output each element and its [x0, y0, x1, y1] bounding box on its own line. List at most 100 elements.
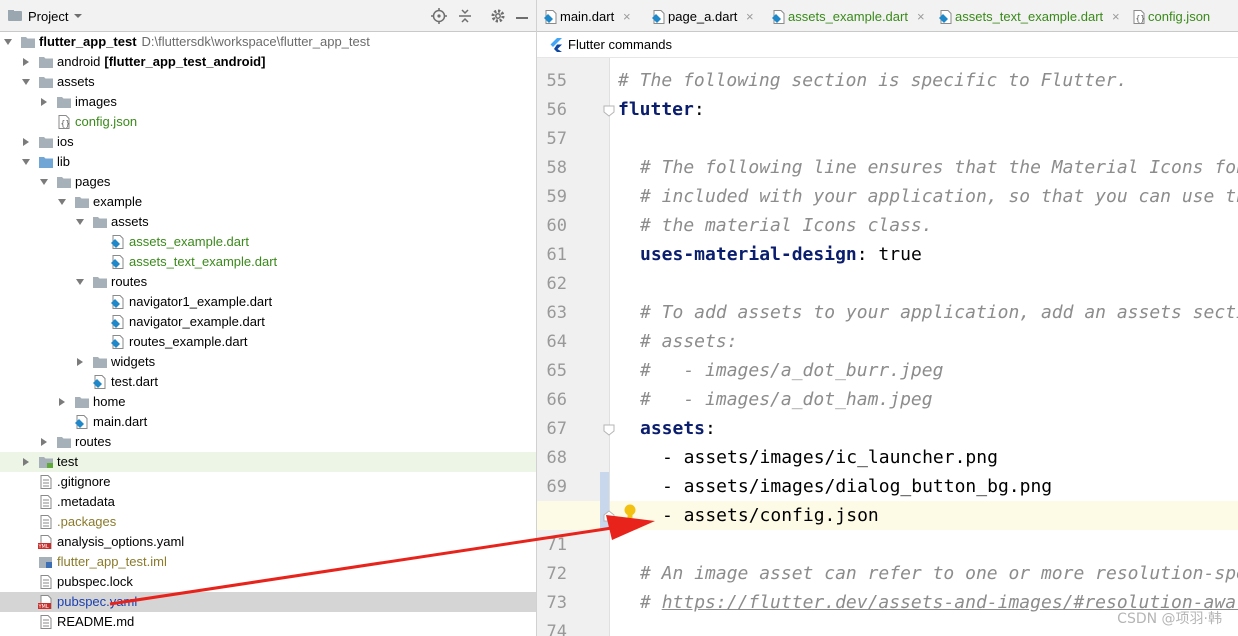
lightbulb-icon[interactable] — [622, 503, 638, 523]
code-line[interactable]: # The following section is specific to F… — [618, 70, 1127, 91]
tree-item-test[interactable]: test — [0, 452, 536, 472]
tree-item-widgets[interactable]: widgets — [0, 352, 536, 372]
close-tab-icon[interactable]: × — [746, 0, 754, 34]
fold-marker-icon[interactable] — [603, 424, 615, 436]
close-tab-icon[interactable]: × — [623, 0, 631, 34]
collapse-arrow-icon[interactable] — [41, 438, 47, 446]
code-line[interactable]: flutter: — [618, 99, 705, 120]
tree-item-example[interactable]: example — [0, 192, 536, 212]
gear-icon[interactable] — [489, 7, 507, 25]
json-file-icon: {} — [58, 115, 71, 129]
collapse-arrow-icon[interactable] — [23, 458, 29, 466]
tree-item-android[interactable]: android [flutter_app_test_android] — [0, 52, 536, 72]
flutter-logo-icon — [550, 38, 562, 52]
tree-item-label: ios — [57, 134, 74, 149]
tree-item-label: routes_example.dart — [129, 334, 248, 349]
folder-icon — [75, 397, 89, 408]
tree-item-flutter-app-test[interactable]: flutter_app_test D:\fluttersdk\workspace\… — [0, 32, 536, 52]
text-file-icon — [40, 495, 52, 509]
hide-panel-icon[interactable] — [513, 7, 531, 25]
tree-item-assets-example-dart[interactable]: assets_example.dart — [0, 232, 536, 252]
tree-item-label: test — [57, 454, 78, 469]
fold-end-marker-icon[interactable] — [603, 510, 615, 522]
close-tab-icon[interactable]: × — [917, 0, 925, 34]
tree-item-gitignore[interactable]: .gitignore — [0, 472, 536, 492]
tree-item-navigator-example-dart[interactable]: navigator_example.dart — [0, 312, 536, 332]
tree-item-metadata[interactable]: .metadata — [0, 492, 536, 512]
code-line[interactable]: # The following line ensures that the Ma… — [640, 157, 1238, 178]
collapse-arrow-icon[interactable] — [77, 358, 83, 366]
code-line[interactable]: - assets/images/ic_launcher.png — [662, 447, 998, 468]
tree-item-routes-example-dart[interactable]: routes_example.dart — [0, 332, 536, 352]
tree-item-images[interactable]: images — [0, 92, 536, 112]
dart-file-icon — [939, 10, 952, 24]
tree-item-packages[interactable]: .packages — [0, 512, 536, 532]
chevron-down-icon[interactable] — [73, 11, 83, 21]
tree-item-readme-md[interactable]: README.md — [0, 612, 536, 632]
expand-arrow-icon[interactable] — [58, 199, 66, 205]
expand-arrow-icon[interactable] — [22, 159, 30, 165]
tree-item-flutter-app-test-iml[interactable]: flutter_app_test.iml — [0, 552, 536, 572]
code-line[interactable]: assets: — [640, 418, 716, 439]
tree-item-lib[interactable]: lib — [0, 152, 536, 172]
code-line[interactable]: # included with your application, so tha… — [640, 186, 1238, 207]
tree-item-main-dart[interactable]: main.dart — [0, 412, 536, 432]
collapse-arrow-icon[interactable] — [23, 58, 29, 66]
tree-item-assets-text-example-dart[interactable]: assets_text_example.dart — [0, 252, 536, 272]
dart-file-icon — [111, 335, 124, 349]
tree-item-label: flutter_app_test.iml — [57, 554, 167, 569]
fold-marker-icon[interactable] — [603, 105, 615, 117]
close-tab-icon[interactable]: × — [1112, 0, 1120, 34]
code-line[interactable]: - assets/images/dialog_button_bg.png — [662, 476, 1052, 497]
code-line[interactable]: # An image asset can refer to one or mor… — [640, 563, 1238, 584]
code-line[interactable]: # assets: — [640, 331, 738, 352]
line-number: 69 — [546, 477, 567, 497]
project-view-title[interactable]: Project — [28, 9, 68, 24]
collapse-arrow-icon[interactable] — [41, 98, 47, 106]
collapse-arrow-icon[interactable] — [59, 398, 65, 406]
tree-item-label: pubspec.yaml — [57, 594, 138, 609]
tree-item-routes[interactable]: routes — [0, 432, 536, 452]
code-line[interactable]: uses-material-design: true — [640, 244, 922, 265]
tree-item-assets[interactable]: assets — [0, 72, 536, 92]
tree-item-navigator1-example-dart[interactable]: navigator1_example.dart — [0, 292, 536, 312]
collapse-all-icon[interactable] — [456, 7, 474, 25]
tree-item-routes[interactable]: routes — [0, 272, 536, 292]
tree-item-analysis-options-yaml[interactable]: YML analysis_options.yaml — [0, 532, 536, 552]
project-view-icon[interactable] — [6, 7, 24, 25]
expand-arrow-icon[interactable] — [4, 39, 12, 45]
dart-file-icon — [111, 235, 124, 249]
tree-item-pubspec-yaml[interactable]: YML pubspec.yaml — [0, 592, 536, 612]
tree-item-pubspec-lock[interactable]: pubspec.lock — [0, 572, 536, 592]
expand-arrow-icon[interactable] — [76, 219, 84, 225]
tree-item-label: navigator_example.dart — [129, 314, 265, 329]
code-line[interactable]: # the material Icons class. — [640, 215, 933, 236]
code-line[interactable]: # - images/a_dot_ham.jpeg — [640, 389, 933, 410]
tree-item-pages[interactable]: pages — [0, 172, 536, 192]
tree-item-label: assets — [57, 74, 95, 89]
folder-icon — [21, 37, 35, 48]
tree-item-test-dart[interactable]: test.dart — [0, 372, 536, 392]
gutter-separator — [609, 58, 610, 636]
code-line[interactable]: - assets/config.json — [662, 505, 879, 526]
expand-arrow-icon[interactable] — [22, 79, 30, 85]
tree-item-assets[interactable]: assets — [0, 212, 536, 232]
flutter-commands-label[interactable]: Flutter commands — [568, 32, 672, 58]
line-number: 72 — [546, 564, 567, 584]
tab-label: config.json — [1148, 9, 1211, 24]
folder-icon — [57, 437, 71, 448]
expand-arrow-icon[interactable] — [76, 279, 84, 285]
locate-file-icon[interactable] — [430, 7, 448, 25]
folder-icon — [39, 137, 53, 148]
tree-item-config-json[interactable]: {} config.json — [0, 112, 536, 132]
tree-item-label: lib — [57, 154, 71, 169]
tree-item-home[interactable]: home — [0, 392, 536, 412]
collapse-arrow-icon[interactable] — [23, 138, 29, 146]
svg-text:{}: {} — [61, 119, 71, 128]
flutter-commands-bar[interactable]: Flutter commands — [537, 32, 1238, 58]
expand-arrow-icon[interactable] — [40, 179, 48, 185]
code-line[interactable]: # To add assets to your application, add… — [640, 302, 1238, 323]
code-line[interactable]: # - images/a_dot_burr.jpeg — [640, 360, 943, 381]
tree-item-ios[interactable]: ios — [0, 132, 536, 152]
project-panel-header: Project — [0, 0, 536, 32]
